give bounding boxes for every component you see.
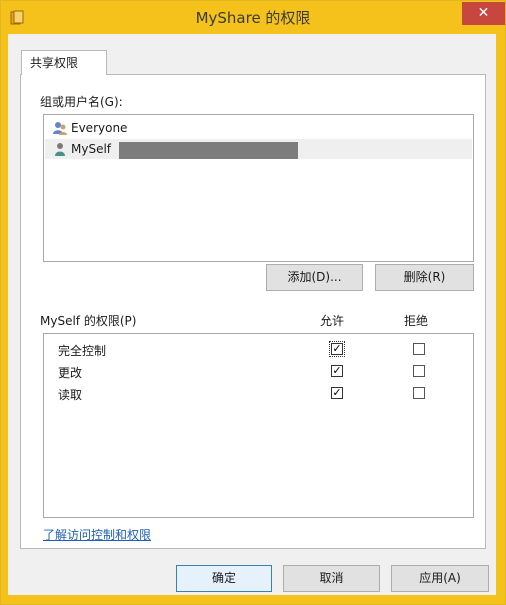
- allow-checkbox[interactable]: ✓: [331, 387, 343, 399]
- deny-checkbox[interactable]: [413, 387, 425, 399]
- permission-name: 更改: [58, 366, 83, 380]
- permissions-list: 完全控制 ✓ 更改 ✓ 读取 ✓: [43, 333, 474, 518]
- close-button[interactable]: ✕: [462, 2, 505, 25]
- permission-name: 完全控制: [58, 344, 107, 358]
- table-row: 更改 ✓: [44, 361, 473, 381]
- window-title: MyShare 的权限: [195, 9, 311, 27]
- permission-name: 读取: [58, 388, 83, 402]
- tab-share-permissions[interactable]: 共享权限: [21, 50, 107, 75]
- cancel-button[interactable]: 取消: [283, 565, 380, 592]
- list-item-label: Everyone: [71, 121, 128, 135]
- groups-label: 组或用户名(G):: [40, 95, 123, 109]
- user-icon: [55, 143, 65, 156]
- groups-listbox[interactable]: Everyone MySelf: [43, 114, 474, 262]
- allow-header: 允许: [320, 314, 345, 328]
- learn-access-control-link[interactable]: 了解访问控制和权限: [43, 526, 151, 543]
- deny-checkbox[interactable]: [413, 365, 425, 377]
- remove-button[interactable]: 删除(R): [375, 264, 474, 291]
- table-row: 读取 ✓: [44, 383, 473, 403]
- deny-checkbox[interactable]: [413, 343, 425, 355]
- list-item-label: MySelf: [71, 142, 112, 156]
- apply-button[interactable]: 应用(A): [391, 565, 489, 592]
- deny-header: 拒绝: [404, 314, 429, 328]
- table-row: 完全控制 ✓: [44, 339, 473, 359]
- redacted-block: [119, 142, 298, 159]
- users-group-icon: [53, 122, 67, 135]
- list-item[interactable]: Everyone: [45, 118, 472, 138]
- allow-checkbox[interactable]: ✓: [331, 365, 343, 377]
- ok-button[interactable]: 确定: [176, 565, 272, 592]
- permissions-label: MySelf 的权限(P): [40, 314, 137, 328]
- allow-checkbox[interactable]: ✓: [329, 341, 345, 357]
- title-bar[interactable]: MyShare 的权限 ✕: [1, 1, 505, 35]
- add-button[interactable]: 添加(D)...: [266, 264, 363, 291]
